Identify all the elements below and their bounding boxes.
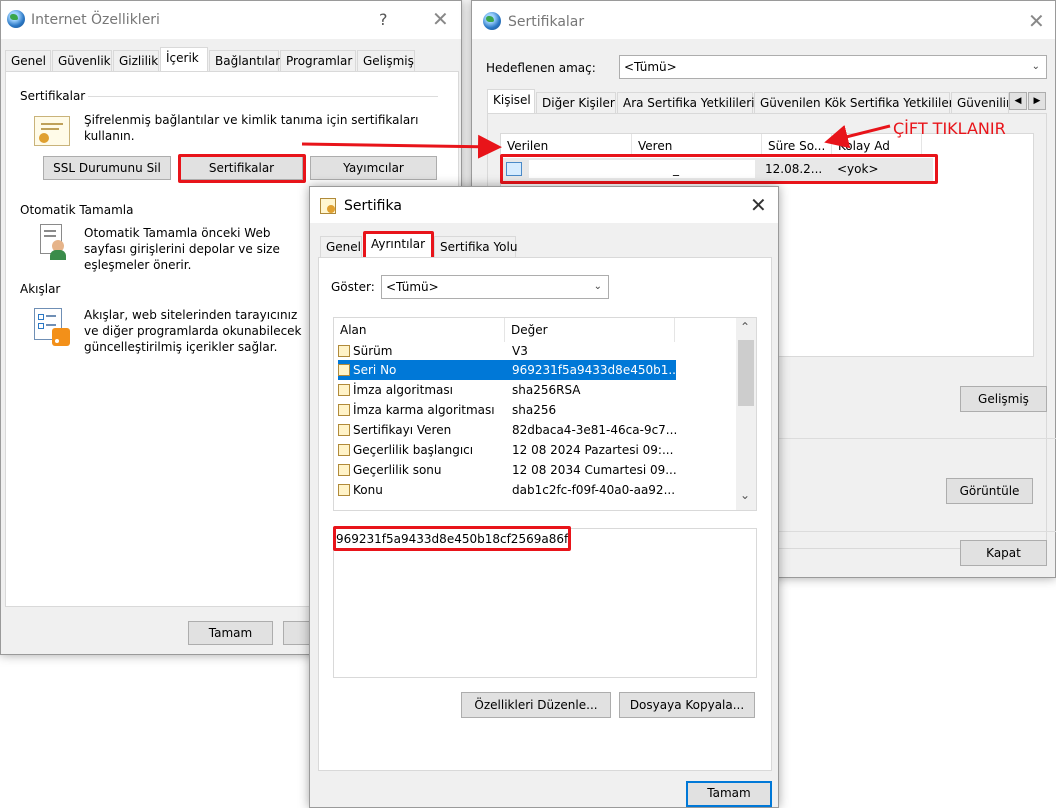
feeds-description: Akışlar, web sitelerinden tarayıcınız ve… — [84, 308, 302, 354]
field-name[interactable]: Sürüm — [338, 341, 392, 361]
certificate-icon — [34, 116, 70, 146]
certificates-globe-icon — [483, 12, 501, 30]
publishers-button[interactable]: Yayımcılar — [310, 156, 437, 180]
tab-diger-kisiler[interactable]: Diğer Kişiler — [536, 92, 616, 114]
field-icon — [338, 404, 350, 416]
field-name[interactable]: Konu — [338, 480, 383, 500]
tab-kisisel[interactable]: Kişisel — [487, 89, 535, 114]
show-value: <Tümü> — [386, 280, 439, 294]
field-value: 12 08 2024 Pazartesi 09:... — [512, 443, 674, 457]
details-tab-highlight — [363, 231, 434, 260]
tab-gizlilik[interactable]: Gizlilik — [113, 50, 159, 72]
chevron-down-icon: ⌄ — [1031, 61, 1040, 72]
autocomplete-description: Otomatik Tamamla önceki Web sayfası giri… — [84, 226, 280, 272]
column-header-issued-by[interactable]: Veren — [632, 134, 762, 156]
tab-icerik[interactable]: İçerik — [160, 47, 208, 72]
field-name[interactable]: İmza algoritması — [338, 380, 453, 400]
double-click-annotation: ÇİFT TIKLANIR — [893, 119, 1006, 138]
field-value: dab1c2fc-f09f-40a0-aa92... — [512, 483, 676, 497]
details-tab-panel: Göster: <Tümü> ⌄ Alan Değer Sürüm V3 Ser… — [318, 257, 772, 771]
tab-guvenilen-kok[interactable]: Güvenilen Kök Sertifika Yetkilileri — [754, 92, 957, 114]
column-header-field[interactable]: Alan — [334, 318, 505, 342]
close-icon[interactable]: ✕ — [1028, 9, 1045, 33]
ok-button[interactable]: Tamam — [686, 781, 772, 807]
field-icon — [338, 464, 350, 476]
column-header-issued-to[interactable]: Verilen — [501, 134, 632, 156]
certificate-dialog: Sertifika ✕ Genel Ayrıntılar Sertifika Y… — [309, 186, 779, 808]
close-icon[interactable]: ✕ — [750, 193, 767, 217]
field-name-selected[interactable]: Seri No — [338, 360, 396, 380]
certificate-row-highlight — [500, 154, 938, 184]
window-title: Internet Özellikleri — [31, 12, 160, 28]
certificate-dialog-icon — [320, 198, 336, 214]
window-title: Sertifika — [344, 198, 402, 214]
field-value: sha256 — [512, 403, 557, 417]
tab-genel[interactable]: Genel — [5, 50, 51, 72]
serial-number-highlight — [333, 526, 571, 551]
help-icon[interactable]: ? — [379, 10, 388, 29]
scrollbar-thumb[interactable] — [738, 340, 754, 406]
group-divider — [88, 96, 438, 97]
show-label: Göster: — [331, 280, 375, 294]
feeds-icon — [34, 308, 74, 346]
tab-baglantilar[interactable]: Bağlantılar — [209, 50, 280, 72]
copy-to-file-button[interactable]: Dosyaya Kopyala... — [619, 692, 755, 718]
field-value: V3 — [512, 344, 528, 358]
tab-scroll-right-button[interactable]: ▶ — [1028, 92, 1046, 110]
certificates-description: Şifrelenmiş bağlantılar ve kimlik tanıma… — [84, 113, 419, 143]
advanced-button[interactable]: Gelişmiş — [960, 386, 1047, 412]
column-header-expires[interactable]: Süre So... — [762, 134, 832, 156]
tab-sertifika-yolu[interactable]: Sertifika Yolu — [434, 236, 517, 258]
field-value: sha256RSA — [512, 383, 581, 397]
ok-button[interactable]: Tamam — [188, 621, 273, 645]
tab-programlar[interactable]: Programlar — [280, 50, 356, 72]
purpose-label: Hedeflenen amaç: — [486, 61, 596, 75]
field-value: 12 08 2034 Cumartesi 09... — [512, 463, 677, 477]
tab-scroll-left-button[interactable]: ◀ — [1009, 92, 1027, 110]
field-value-selected: 969231f5a9433d8e450b1... — [512, 363, 680, 377]
window-title: Sertifikalar — [508, 14, 585, 30]
field-name[interactable]: İmza karma algoritması — [338, 400, 495, 420]
field-name[interactable]: Geçerlilik başlangıcı — [338, 440, 473, 460]
tab-gelismis[interactable]: Gelişmiş — [357, 50, 415, 72]
field-icon — [338, 424, 350, 436]
show-dropdown[interactable]: <Tümü> ⌄ — [381, 275, 609, 299]
view-button[interactable]: Görüntüle — [946, 478, 1033, 504]
feeds-group-label: Akışlar — [20, 282, 61, 296]
field-icon — [338, 484, 350, 496]
scroll-up-icon[interactable]: ⌃ — [740, 320, 750, 334]
close-icon[interactable]: ✕ — [432, 7, 449, 31]
field-name[interactable]: Sertifikayı Veren — [338, 420, 451, 440]
tab-guvenilir[interactable]: Güvenilir — [951, 92, 1009, 114]
tab-ara-sertifika[interactable]: Ara Sertifika Yetkilileri — [617, 92, 755, 114]
certificates-button-highlight — [178, 154, 306, 183]
field-icon — [338, 444, 350, 456]
internet-options-globe-icon — [7, 10, 25, 28]
fields-scrollbar[interactable]: ⌃ ⌄ — [736, 318, 756, 510]
field-value: 82dbaca4-3e81-46ca-9c7... — [512, 423, 678, 437]
certificates-group-label: Sertifikalar — [20, 89, 86, 103]
tab-guvenlik[interactable]: Güvenlik — [52, 50, 112, 72]
fields-list[interactable]: Alan Değer Sürüm V3 Seri No 969231f5a943… — [333, 317, 757, 511]
scroll-down-icon[interactable]: ⌄ — [740, 488, 750, 502]
autocomplete-icon — [38, 224, 68, 260]
tab-genel[interactable]: Genel — [320, 236, 362, 258]
column-header-value[interactable]: Değer — [505, 318, 675, 342]
autocomplete-group-label: Otomatik Tamamla — [20, 203, 134, 217]
chevron-down-icon: ⌄ — [593, 281, 602, 292]
field-icon — [338, 345, 350, 357]
purpose-dropdown[interactable]: <Tümü> ⌄ — [619, 55, 1047, 79]
clear-ssl-state-button[interactable]: SSL Durumunu Sil — [43, 156, 171, 180]
field-icon — [338, 384, 350, 396]
edit-properties-button[interactable]: Özellikleri Düzenle... — [461, 692, 611, 718]
field-icon — [338, 364, 350, 376]
close-button[interactable]: Kapat — [960, 540, 1047, 566]
purpose-value: <Tümü> — [624, 60, 677, 74]
field-name[interactable]: Geçerlilik sonu — [338, 460, 442, 480]
